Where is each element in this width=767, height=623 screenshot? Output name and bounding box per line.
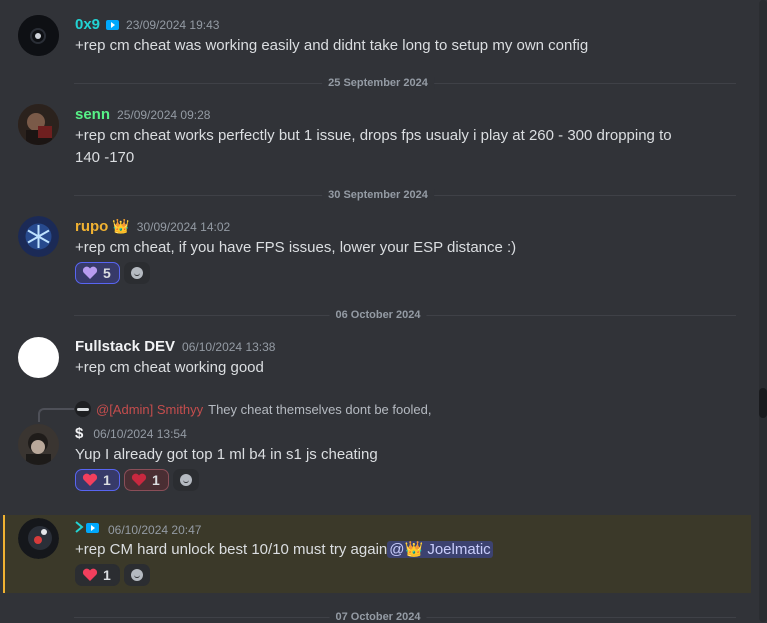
message-header: senn 25/09/2024 09:28	[75, 106, 210, 123]
scrollbar-thumb[interactable]	[759, 388, 767, 418]
reactions: 5	[75, 262, 150, 284]
username[interactable]: 0x9	[75, 16, 100, 33]
avatar[interactable]	[18, 104, 59, 145]
reaction-count: 1	[103, 567, 111, 583]
username[interactable]: senn	[75, 106, 110, 123]
username[interactable]: $	[75, 425, 83, 442]
username[interactable]: Fullstack DEV	[75, 338, 175, 355]
add-reaction-button[interactable]	[124, 262, 150, 284]
timestamp[interactable]: 23/09/2024 19:43	[126, 18, 219, 32]
message-header: rupo 👑 30/09/2024 14:02	[75, 218, 230, 235]
reactions: 1	[75, 564, 150, 586]
date-divider: 25 September 2024	[74, 77, 736, 89]
crown-icon: 👑	[112, 218, 130, 234]
reaction-count: 1	[103, 472, 111, 488]
reaction-red-heart[interactable]: 1	[75, 469, 120, 491]
smile-icon	[131, 569, 143, 581]
reply-text[interactable]: They cheat themselves dont be fooled,	[208, 402, 431, 417]
red-heart-icon	[82, 473, 98, 486]
chevron-icon	[75, 521, 84, 533]
avatar[interactable]	[18, 216, 59, 257]
message-text: +rep cm cheat was working easily and did…	[75, 37, 589, 54]
date-divider-label: 25 September 2024	[322, 77, 434, 89]
date-divider-label: 07 October 2024	[329, 611, 427, 623]
reaction-purple-heart[interactable]: 5	[75, 262, 120, 284]
reply-reference[interactable]: @[Admin] Smithyy They cheat themselves d…	[75, 401, 431, 417]
user-mention[interactable]: @👑 Joelmatic	[387, 541, 493, 558]
red-heart-icon	[131, 473, 147, 486]
video-badge-icon	[106, 20, 120, 30]
date-divider: 30 September 2024	[74, 189, 736, 201]
timestamp[interactable]: 06/10/2024 13:38	[182, 340, 275, 354]
message-text: +rep CM hard unlock best 10/10 must try …	[75, 539, 707, 561]
reply-avatar	[75, 401, 91, 417]
avatar[interactable]	[18, 518, 59, 559]
reaction-red-heart[interactable]: 1	[75, 564, 120, 586]
message-text-body: +rep CM hard unlock best 10/10 must try …	[75, 541, 388, 558]
date-divider-label: 30 September 2024	[322, 189, 434, 201]
reaction-count: 1	[152, 472, 160, 488]
reactions: 1 1	[75, 469, 199, 491]
date-divider: 06 October 2024	[74, 309, 736, 321]
add-reaction-button[interactable]	[124, 564, 150, 586]
username-icons[interactable]	[75, 520, 99, 534]
timestamp[interactable]: 06/10/2024 20:47	[108, 523, 201, 537]
message-header: Fullstack DEV 06/10/2024 13:38	[75, 338, 275, 355]
message-text: +rep cm cheat working good	[75, 359, 264, 376]
message-header: 0x9 23/09/2024 19:43	[75, 16, 219, 33]
reply-username[interactable]: @[Admin] Smithyy	[96, 402, 203, 417]
reaction-count: 5	[103, 265, 111, 281]
message-header: $ 06/10/2024 13:54	[75, 425, 187, 442]
timestamp[interactable]: 25/09/2024 09:28	[117, 108, 210, 122]
reaction-red-heart[interactable]: 1	[124, 469, 169, 491]
timestamp[interactable]: 30/09/2024 14:02	[137, 220, 230, 234]
add-reaction-button[interactable]	[173, 469, 199, 491]
video-badge-icon	[86, 523, 99, 533]
timestamp[interactable]: 06/10/2024 13:54	[93, 427, 186, 441]
date-divider: 07 October 2024	[74, 611, 736, 623]
red-heart-icon	[82, 568, 98, 581]
purple-heart-icon	[82, 266, 98, 279]
avatar[interactable]	[18, 424, 59, 465]
smile-icon	[131, 267, 143, 279]
avatar[interactable]	[18, 337, 59, 378]
username[interactable]: rupo	[75, 218, 108, 235]
message-text: Yup I already got top 1 ml b4 in s1 js c…	[75, 446, 378, 463]
message-text: +rep cm cheat works perfectly but 1 issu…	[75, 127, 672, 166]
scrollbar-track[interactable]	[759, 0, 767, 622]
smile-icon	[180, 474, 192, 486]
message-text: +rep cm cheat, if you have FPS issues, l…	[75, 239, 517, 256]
message-header: 06/10/2024 20:47	[75, 520, 201, 537]
avatar[interactable]	[18, 15, 59, 56]
reply-spine	[38, 408, 74, 422]
date-divider-label: 06 October 2024	[329, 309, 427, 321]
